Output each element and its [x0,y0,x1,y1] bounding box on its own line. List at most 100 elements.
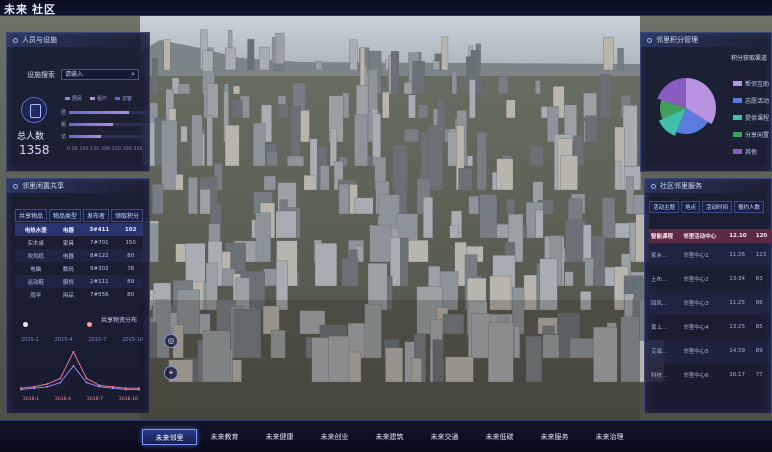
data-point [124,388,127,391]
building [498,76,508,95]
tab-publisher[interactable]: 发布者 [83,209,110,222]
tab-location[interactable]: 地点 [681,201,701,213]
year-label: 2015-10 [122,337,144,343]
legend-swatch [733,81,742,86]
points-subtitle: 积分获取渠道 [730,55,767,62]
table-row[interactable]: 电脑 数码 9#302 78 [15,262,143,275]
bar-track [69,123,150,126]
building [287,155,304,167]
nav-item-1[interactable]: 未来邻里 [142,429,197,445]
table-row[interactable]: 吹风机 电器 8#122 80 [15,249,143,262]
table-row[interactable]: 雨伞 用品 7#556 80 [15,288,143,301]
table-cell: 艾滋... [649,339,682,363]
building [191,114,203,167]
table-row[interactable]: 智能课程 邻里活动中心 12.10 120 [649,229,772,243]
building [185,243,206,287]
tab-shared-item[interactable]: 共享物品 [15,209,48,222]
tab-points[interactable]: 领取积分 [111,209,144,222]
table-cell: 邻里中心1 [681,243,728,267]
bar-legend: 居民 租户 访客 [65,95,132,102]
legend-swatch [733,115,742,120]
panel-title: 邻里闲置共享 [22,182,64,190]
legend-label: 其他 [745,149,758,156]
building [152,58,158,95]
building [206,115,213,167]
table-cell: 14:39 [727,339,754,363]
locate-button[interactable]: ◎ [164,334,178,348]
nav-item-9[interactable]: 未来治理 [582,429,637,445]
nav-item-2[interactable]: 未来教育 [197,429,252,445]
building [565,219,587,263]
building [599,74,611,119]
nav-item-4[interactable]: 未来创业 [307,429,362,445]
legend-label: 提供课程 [745,115,770,122]
building [583,92,597,119]
table-cell: 电脑 [30,266,42,273]
table-row[interactable]: 实木桌 家具 7#701 150 [15,236,143,249]
table-row[interactable]: 科技... 邻里中心6 16:17 77 [649,363,772,387]
table-cell: 86 [753,291,772,315]
legend-label: 帮邻互助 [745,81,770,88]
tab-topic[interactable]: 活动主题 [649,201,680,213]
clipboard-person-icon [21,97,47,123]
table-row[interactable]: 黄上... 邻里中心4 13:25 85 [649,315,772,339]
building [614,160,622,191]
nav-item-3[interactable]: 未来健康 [252,429,307,445]
bar-row: 居 [61,109,150,116]
table-cell: 89 [118,275,143,288]
building [233,85,240,95]
tab-item-type[interactable]: 物品类型 [49,209,82,222]
bar-fill [69,123,114,126]
table-row[interactable]: 运动鞋 服饰 2#111 89 [15,275,143,288]
search-input[interactable]: 请输入 ⌕ [61,69,139,80]
table-row[interactable]: 家乡... 邻里中心1 11:26 123 [649,243,772,267]
service-table: 智能课程 邻里活动中心 12.10 120 家乡... 邻里中心1 11:26 123 土布..… [649,229,772,387]
nav-item-8[interactable]: 未来服务 [527,429,582,445]
table-row[interactable]: 电热水壶 电器 3#411 102 [15,223,143,236]
legend-swatch [733,149,742,154]
building [247,39,255,71]
panel-dot-icon [651,183,656,189]
building [467,155,473,167]
table-cell: 实木桌 [27,240,44,247]
building [315,60,323,71]
building [329,127,337,167]
building [408,94,416,119]
nav-item-5[interactable]: 未来建筑 [362,429,417,445]
facility-search: 设施搜索 请输入 ⌕ [27,69,139,80]
building [602,197,616,239]
bar-track [69,135,150,138]
data-point [33,387,36,390]
slider-handle[interactable] [23,322,28,327]
legend-item: 其他 [733,143,769,160]
table-row[interactable]: 回风... 邻里中心3 11:25 86 [649,291,772,315]
building [403,128,419,143]
building [253,122,266,167]
building [349,39,358,71]
data-point [46,385,49,388]
tab-count[interactable]: 报约人数 [734,201,765,213]
table-cell: 3#411 [80,223,119,236]
chart-slider[interactable] [19,321,139,329]
table-cell: 家具 [62,240,74,247]
table-cell: 科技... [651,373,668,379]
map-pin-button[interactable]: ⌖ [164,366,178,380]
nav-item-6[interactable]: 未来交通 [417,429,472,445]
tab-time[interactable]: 活动时间 [702,201,733,213]
table-row[interactable]: 艾滋... 邻里中心5 14:39 89 [649,339,772,363]
bar-fill [69,111,130,114]
slider-handle[interactable] [87,322,92,327]
share-tabs: 共享物品 物品类型 发布者 领取积分 [15,209,144,222]
building [560,155,578,191]
app-header: 未来 社区 [0,0,772,16]
panel-title: 社区邻里服务 [660,182,702,190]
data-point [59,381,62,384]
legend-label: 分享闲置 [745,132,770,139]
year-label: 2015-7 [88,337,107,343]
table-cell: 雨伞 [30,292,42,299]
panel-header: 社区邻里服务 [645,179,771,193]
nav-item-7[interactable]: 未来低碳 [472,429,527,445]
search-icon[interactable]: ⌕ [131,70,135,79]
table-row[interactable]: 土布... 邻里中心2 13:34 63 [649,267,772,291]
building [403,82,412,95]
